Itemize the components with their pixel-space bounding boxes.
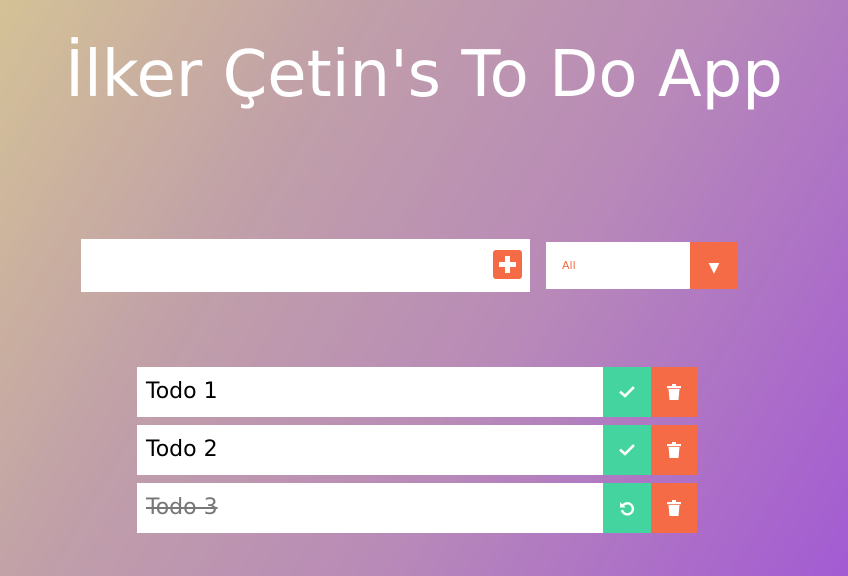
plus-square-icon — [499, 256, 516, 273]
todo-item-text: Todo 2 — [137, 425, 603, 475]
check-icon — [619, 386, 635, 398]
todo-item: Todo 1 — [137, 367, 697, 417]
trash-icon — [667, 500, 681, 516]
todo-input[interactable] — [81, 239, 481, 292]
page-title: İlker Çetin's To Do App — [65, 38, 783, 112]
delete-button[interactable] — [651, 483, 697, 533]
undo-button[interactable] — [603, 483, 651, 533]
todo-item-text: Todo 1 — [137, 367, 603, 417]
todo-list: Todo 1 Todo 2 Todo 3 — [137, 367, 697, 541]
complete-button[interactable] — [603, 367, 651, 417]
undo-icon — [620, 502, 635, 516]
todo-item-text: Todo 3 — [137, 483, 603, 533]
add-todo-button[interactable] — [493, 250, 522, 279]
trash-icon — [667, 384, 681, 400]
filter-select[interactable]: All ▼ — [546, 242, 738, 289]
complete-button[interactable] — [603, 425, 651, 475]
delete-button[interactable] — [651, 425, 697, 475]
filter-selected-value: All — [562, 259, 576, 272]
todo-item: Todo 2 — [137, 425, 697, 475]
todo-input-container — [81, 239, 530, 292]
chevron-down-icon[interactable]: ▼ — [690, 242, 738, 289]
todo-item-completed: Todo 3 — [137, 483, 697, 533]
delete-button[interactable] — [651, 367, 697, 417]
check-icon — [619, 444, 635, 456]
trash-icon — [667, 442, 681, 458]
